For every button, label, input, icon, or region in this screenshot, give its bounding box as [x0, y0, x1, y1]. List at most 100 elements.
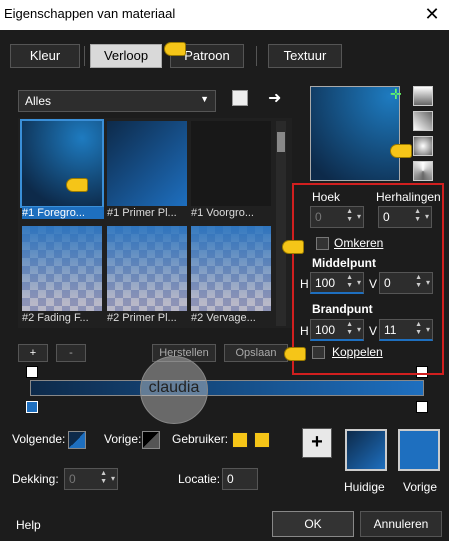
crosshair-icon[interactable]: ✛: [390, 86, 402, 103]
save-gradient-button[interactable]: Opslaan: [224, 344, 288, 362]
brandpunt-h-input[interactable]: 100 ▲ ▼ ▾: [310, 319, 364, 341]
chevron-down-icon[interactable]: ▾: [357, 325, 361, 334]
arrow-right-icon[interactable]: ➜: [268, 88, 281, 108]
thumb-5[interactable]: [107, 226, 187, 311]
next-gradient-swatch[interactable]: [68, 431, 86, 449]
tab-separator: [256, 46, 257, 66]
file-menu-icon[interactable]: [232, 90, 248, 106]
middelpunt-label: Middelpunt: [312, 256, 376, 270]
brand-v-value: 11: [384, 323, 397, 337]
gradient-bar[interactable]: [30, 380, 424, 396]
color-stop-marker[interactable]: [26, 366, 38, 378]
herhalingen-label: Herhalingen: [376, 190, 441, 204]
pointer-hand-icon: [66, 178, 88, 192]
thumb-label: #1 Foregro...: [22, 207, 104, 219]
omkeren-label: Omkeren: [334, 236, 384, 250]
herhalingen-value: 0: [383, 210, 390, 224]
cancel-button[interactable]: Annuleren: [360, 511, 442, 537]
volgende-label: Volgende:: [12, 432, 66, 446]
spinner-icon[interactable]: ▲ ▼: [346, 208, 353, 224]
help-link[interactable]: Help: [16, 518, 41, 532]
pointer-hand-icon: [282, 240, 304, 254]
spinner-icon[interactable]: ▲ ▼: [414, 208, 421, 224]
scrollbar-thumb[interactable]: [277, 132, 285, 152]
tab-separator: [84, 46, 85, 66]
chevron-down-icon[interactable]: ▾: [426, 278, 430, 287]
locatie-label: Locatie:: [178, 472, 221, 486]
gebruiker-label: Gebruiker:: [172, 432, 229, 446]
tab-verloop[interactable]: Verloop: [90, 44, 162, 68]
brandpunt-v-input[interactable]: 11 ▲ ▼ ▾: [379, 319, 433, 341]
rectangular-style-icon[interactable]: [413, 111, 433, 131]
thumb-label: #2 Primer Pl...: [107, 312, 177, 324]
thumb-label: #2 Vervage...: [191, 312, 256, 324]
previous-gradient-swatch[interactable]: [142, 431, 160, 449]
remove-gradient-button[interactable]: -: [56, 344, 86, 362]
chevron-down-icon: ▼: [200, 94, 209, 104]
hoek-value: 0: [315, 210, 322, 224]
add-swatch-button[interactable]: +: [302, 428, 332, 458]
current-swatch[interactable]: [345, 429, 387, 471]
hoek-input[interactable]: 0 ▲ ▼ ▾: [310, 206, 364, 228]
brand-v-label: V: [369, 324, 378, 338]
brand-h-label: H: [300, 324, 309, 338]
pointer-hand-icon: [390, 144, 412, 158]
chevron-down-icon[interactable]: ▾: [357, 212, 361, 221]
brandpunt-label: Brandpunt: [312, 302, 373, 316]
chevron-down-icon[interactable]: ▾: [357, 278, 361, 287]
chevron-down-icon[interactable]: ▾: [425, 212, 429, 221]
thumb-2[interactable]: [107, 121, 187, 206]
linear-style-icon[interactable]: [413, 86, 433, 106]
mid-v-value: 0: [384, 276, 391, 290]
category-selected: Alles: [25, 94, 52, 108]
window-title: Eigenschappen van materiaal: [0, 0, 449, 30]
add-gradient-button[interactable]: +: [18, 344, 48, 362]
mid-v-label: V: [369, 277, 378, 291]
color-stop-marker[interactable]: [26, 401, 38, 413]
dekking-label: Dekking:: [12, 472, 59, 486]
koppelen-checkbox[interactable]: [312, 346, 325, 359]
category-dropdown[interactable]: Alles ▼: [18, 90, 216, 112]
sunburst-style-icon[interactable]: [413, 161, 433, 181]
spinner-icon[interactable]: ▲ ▼: [100, 470, 107, 486]
spinner-icon[interactable]: ▲ ▼: [415, 274, 422, 290]
middelpunt-h-input[interactable]: 100 ▲ ▼ ▾: [310, 272, 364, 294]
pointer-hand-icon: [284, 347, 306, 361]
hoek-label: Hoek: [312, 190, 341, 204]
omkeren-checkbox[interactable]: [316, 237, 329, 250]
thumb-3[interactable]: [191, 121, 271, 206]
chevron-down-icon[interactable]: ▾: [111, 474, 115, 483]
thumb-1[interactable]: [20, 119, 104, 208]
herhalingen-input[interactable]: 0 ▲ ▼ ▾: [378, 206, 432, 228]
chevron-down-icon[interactable]: ▾: [426, 325, 430, 334]
mid-h-value: 100: [315, 276, 336, 290]
ok-button[interactable]: OK: [272, 511, 354, 537]
spinner-icon[interactable]: ▲ ▼: [415, 321, 422, 337]
locatie-input[interactable]: 0: [222, 468, 258, 490]
watermark-logo: claudia: [140, 356, 208, 424]
color-stop-marker[interactable]: [416, 401, 428, 413]
thumb-4[interactable]: [22, 226, 102, 311]
user-swatch[interactable]: [254, 432, 270, 448]
spinner-icon[interactable]: ▲ ▼: [346, 274, 353, 290]
gradient-preview[interactable]: [310, 86, 400, 181]
close-button[interactable]: ✕: [421, 3, 443, 25]
radial-style-icon[interactable]: [413, 136, 433, 156]
middelpunt-v-input[interactable]: 0 ▲ ▼ ▾: [379, 272, 433, 294]
tab-textuur[interactable]: Textuur: [268, 44, 342, 68]
thumb-6[interactable]: [191, 226, 271, 311]
koppelen-label: Koppelen: [332, 345, 383, 359]
locatie-value: 0: [227, 472, 234, 486]
thumb-label: #2 Fading F...: [22, 312, 89, 324]
spinner-icon[interactable]: ▲ ▼: [346, 321, 353, 337]
user-swatch[interactable]: [232, 432, 248, 448]
thumb-label: #1 Voorgro...: [191, 207, 254, 219]
previous-swatch[interactable]: [398, 429, 440, 471]
dekking-value: 0: [69, 472, 76, 486]
mid-h-label: H: [300, 277, 309, 291]
pointer-hand-icon: [164, 42, 186, 56]
brand-h-value: 100: [315, 323, 336, 337]
vorige-label: Vorige:: [104, 432, 142, 446]
dekking-input[interactable]: 0 ▲ ▼ ▾: [64, 468, 118, 490]
tab-kleur[interactable]: Kleur: [10, 44, 80, 68]
